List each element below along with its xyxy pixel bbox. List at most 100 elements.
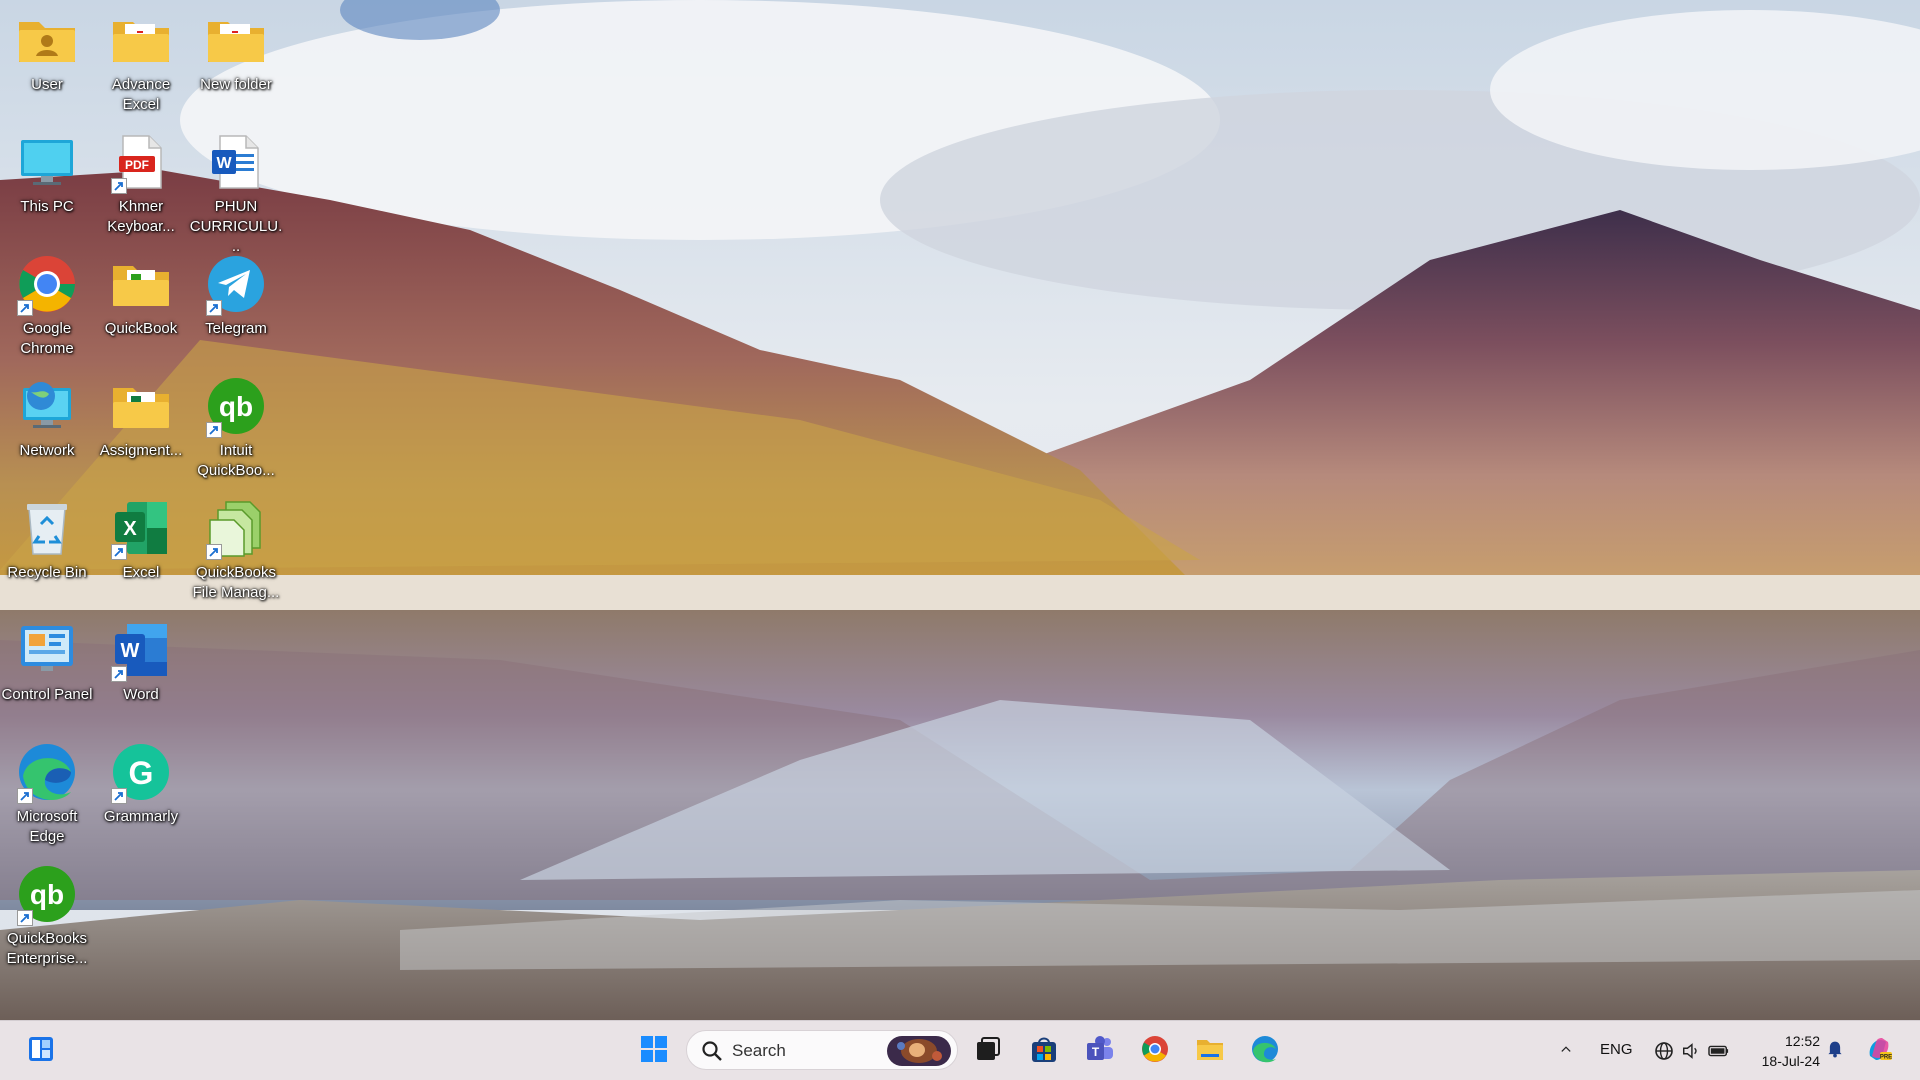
desktop-icon-word[interactable]: W Word: [94, 610, 188, 728]
desktop-icon-new-folder[interactable]: New folder: [189, 0, 283, 118]
start-icon: [639, 1034, 669, 1069]
desktop-icon-label: Network: [19, 442, 75, 459]
desktop-icon-label: Google Chrome: [20, 320, 74, 357]
show-hidden-icons-button[interactable]: [1545, 1029, 1587, 1073]
desktop-icon-recycle-bin[interactable]: Recycle Bin: [0, 488, 94, 606]
language-indicator[interactable]: ENG: [1600, 1041, 1633, 1058]
shortcut-arrow-icon: [17, 910, 33, 926]
desktop-icon-user[interactable]: User: [0, 0, 94, 118]
desktop-icon-label: New folder: [200, 76, 272, 93]
desktop-icon-label: Assigment...: [99, 442, 183, 459]
widgets-button[interactable]: [19, 1029, 63, 1073]
control-panel-icon: [15, 618, 79, 682]
bell-icon: [1824, 1038, 1846, 1065]
chrome-icon: [15, 252, 79, 316]
clock-date: 18-Jul-24: [1761, 1053, 1820, 1069]
word-icon: W: [109, 618, 173, 682]
copilot-button[interactable]: PRE: [1857, 1029, 1901, 1073]
telegram-icon: [204, 252, 268, 316]
folder-icon: [109, 8, 173, 72]
desktop-icon-label: Grammarly: [103, 808, 179, 825]
svg-text:W: W: [121, 640, 140, 662]
shortcut-arrow-icon: [206, 300, 222, 316]
desktop-icon-label: Advance Excel: [111, 76, 171, 113]
desktop-icon-intuit-quickbooks[interactable]: qb Intuit QuickBoo...: [189, 366, 283, 484]
recycle-bin-icon: [15, 496, 79, 560]
edge-taskbar-button[interactable]: [1243, 1029, 1287, 1073]
taskbar-clock[interactable]: 12:52 18-Jul-24: [1762, 1031, 1820, 1071]
grammarly-icon: G: [109, 740, 173, 804]
quickbooks-file-manager-icon: [204, 496, 268, 560]
desktop-icon-advance-excel[interactable]: Advance Excel: [94, 0, 188, 118]
shortcut-arrow-icon: [206, 544, 222, 560]
battery-icon: [1708, 1045, 1729, 1057]
desktop-icon-label: Khmer Keyboar...: [107, 198, 175, 235]
quickbooks-icon: qb: [204, 374, 268, 438]
chrome-taskbar-button[interactable]: [1133, 1029, 1177, 1073]
monitor-icon: [15, 130, 79, 194]
quick-settings-button[interactable]: [1648, 1029, 1736, 1073]
desktop-icon-excel[interactable]: X Excel: [94, 488, 188, 606]
desktop-icon-telegram[interactable]: Telegram: [189, 244, 283, 362]
folder-icon: [204, 8, 268, 72]
desktop-icon-this-pc[interactable]: This PC: [0, 122, 94, 240]
desktop-icon-quickbooks-enterprise[interactable]: qb QuickBooks Enterprise...: [0, 854, 94, 972]
shortcut-arrow-icon: [111, 178, 127, 194]
desktop-icon-assignment[interactable]: Assigment...: [94, 366, 188, 484]
desktop-icon-label: Telegram: [205, 320, 267, 337]
desktop-icon-microsoft-edge[interactable]: Microsoft Edge: [0, 732, 94, 850]
desktop-icon-label: QuickBook: [104, 320, 178, 337]
shortcut-arrow-icon: [111, 788, 127, 804]
svg-text:T: T: [1092, 1045, 1100, 1059]
network-icon: [15, 374, 79, 438]
excel-icon: X: [109, 496, 173, 560]
desktop-icon-label: Intuit QuickBoo...: [197, 442, 275, 479]
desktop-icon-label: This PC: [20, 198, 74, 215]
desktop-icon-label: QuickBooks Enterprise...: [6, 930, 88, 967]
desktop-icon-google-chrome[interactable]: Google Chrome: [0, 244, 94, 362]
search-placeholder: Search: [732, 1041, 786, 1060]
file-explorer-icon: [1195, 1034, 1225, 1069]
desktop-icon-quickbooks-file-manager[interactable]: QuickBooks File Manag...: [189, 488, 283, 606]
desktop-icon-network[interactable]: Network: [0, 366, 94, 484]
svg-text:W: W: [216, 155, 232, 172]
desktop-icon-label: User: [31, 76, 63, 93]
shortcut-arrow-icon: [206, 422, 222, 438]
svg-text:PDF: PDF: [125, 158, 149, 172]
teams-button[interactable]: T: [1078, 1029, 1122, 1073]
search-highlight-image: [887, 1036, 951, 1066]
desktop-icon-label: QuickBooks File Manag...: [192, 564, 280, 601]
chevron-up-icon: [1557, 1040, 1575, 1063]
folder-icon: [109, 252, 173, 316]
taskbar: Search T ENG 12:52 18-Jul-24 PRE: [0, 1020, 1920, 1080]
desktop-icon-label: Control Panel: [1, 686, 93, 703]
desktop-icon-control-panel[interactable]: Control Panel: [0, 610, 94, 728]
start-button[interactable]: [632, 1029, 676, 1073]
volume-icon: [1683, 1043, 1697, 1059]
widgets-icon: [26, 1034, 56, 1069]
desktop-icon-label: Recycle Bin: [7, 564, 87, 581]
file-explorer-button[interactable]: [1188, 1029, 1232, 1073]
microsoft-store-button[interactable]: [1022, 1029, 1066, 1073]
svg-text:X: X: [123, 518, 137, 540]
word-document-icon: W: [204, 130, 268, 194]
copilot-icon: PRE: [1864, 1034, 1894, 1069]
desktop-icon-quickbook-folder[interactable]: QuickBook: [94, 244, 188, 362]
desktop: User This PC Google Chrome Network Recyc…: [0, 0, 1920, 1020]
clock-time: 12:52: [1784, 1033, 1820, 1049]
task-view-button[interactable]: [966, 1029, 1010, 1073]
notifications-button[interactable]: [1818, 1029, 1852, 1073]
desktop-icon-grammarly[interactable]: G Grammarly: [94, 732, 188, 850]
microsoft-store-icon: [1029, 1034, 1059, 1069]
teams-icon: T: [1085, 1034, 1115, 1069]
taskbar-search[interactable]: Search: [686, 1030, 958, 1070]
shortcut-arrow-icon: [17, 300, 33, 316]
edge-icon: [1250, 1034, 1280, 1069]
shortcut-arrow-icon: [111, 544, 127, 560]
shortcut-arrow-icon: [111, 666, 127, 682]
desktop-icon-label: Excel: [122, 564, 160, 581]
desktop-icon-khmer-keyboard[interactable]: PDF Khmer Keyboar...: [94, 122, 188, 240]
svg-text:qb: qb: [30, 879, 64, 910]
desktop-icon-phun-curriculum[interactable]: W PHUN CURRICULU...: [189, 122, 283, 255]
user-folder-icon: [15, 8, 79, 72]
